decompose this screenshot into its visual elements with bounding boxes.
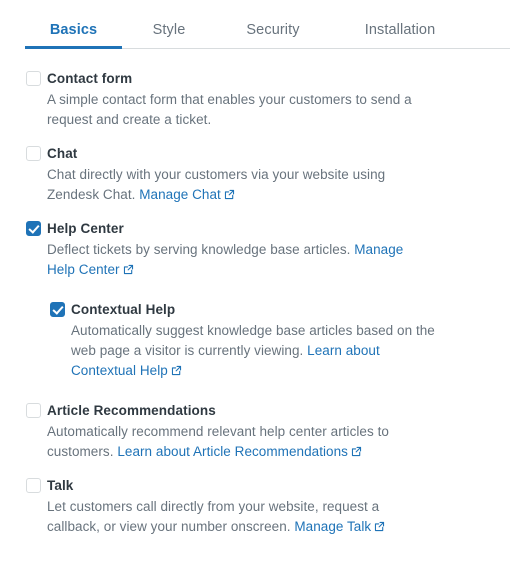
feature-title: Contextual Help bbox=[71, 302, 176, 317]
feature-title: Help Center bbox=[47, 221, 124, 236]
feature-title: Article Recommendations bbox=[47, 403, 216, 418]
feature-description-text: Deflect tickets by serving knowledge bas… bbox=[47, 242, 355, 257]
feature-description-text: A simple contact form that enables your … bbox=[47, 92, 412, 127]
feature-link[interactable]: Manage Talk bbox=[294, 519, 385, 534]
feature-option: Article Recommendations Automatically rec… bbox=[0, 401, 513, 462]
feature-description: Automatically recommend relevant help ce… bbox=[47, 422, 427, 462]
checkbox-help-center[interactable] bbox=[26, 221, 41, 236]
feature-option: Contact form A simple contact form that e… bbox=[0, 69, 513, 130]
feature-link-label: Manage Talk bbox=[294, 519, 372, 534]
feature-option: Help Center Deflect tickets by serving kn… bbox=[0, 219, 513, 280]
widget-features-list: Contact form A simple contact form that e… bbox=[0, 49, 513, 537]
checkbox-chat[interactable] bbox=[26, 146, 41, 161]
feature-link-label: Manage Chat bbox=[139, 187, 221, 202]
feature-option: Chat Chat directly with your customers vi… bbox=[0, 144, 513, 205]
external-link-icon bbox=[351, 446, 362, 457]
feature-description: Let customers call directly from your we… bbox=[47, 497, 427, 537]
feature-title: Chat bbox=[47, 146, 78, 161]
feature-link-label: Learn about Article Recommendations bbox=[117, 444, 348, 459]
feature-link[interactable]: Manage Chat bbox=[139, 187, 235, 202]
external-link-icon bbox=[224, 189, 235, 200]
feature-title: Talk bbox=[47, 478, 74, 493]
checkbox-contact-form[interactable] bbox=[26, 71, 41, 86]
tab-security[interactable]: Security bbox=[216, 22, 330, 50]
feature-title: Contact form bbox=[47, 71, 133, 86]
external-link-icon bbox=[374, 521, 385, 532]
feature-description-text: Automatically suggest knowledge base art… bbox=[71, 323, 435, 358]
feature-description: Deflect tickets by serving knowledge bas… bbox=[47, 240, 427, 280]
external-link-icon bbox=[123, 264, 134, 275]
checkbox-talk[interactable] bbox=[26, 478, 41, 493]
feature-option: Talk Let customers call directly from you… bbox=[0, 476, 513, 537]
feature-link[interactable]: Learn about Article Recommendations bbox=[117, 444, 362, 459]
settings-tab-bar: Basics Style Security Installation bbox=[25, 0, 510, 49]
checkbox-contextual-help[interactable] bbox=[50, 302, 65, 317]
feature-description: A simple contact form that enables your … bbox=[47, 90, 427, 130]
checkbox-article-recommendations[interactable] bbox=[26, 403, 41, 418]
feature-description: Chat directly with your customers via yo… bbox=[47, 165, 427, 205]
external-link-icon bbox=[171, 365, 182, 376]
tab-style[interactable]: Style bbox=[122, 22, 216, 50]
feature-option: Contextual Help Automatically suggest kno… bbox=[0, 300, 513, 381]
tab-installation[interactable]: Installation bbox=[330, 22, 470, 50]
feature-description: Automatically suggest knowledge base art… bbox=[71, 321, 439, 381]
tab-basics[interactable]: Basics bbox=[25, 22, 122, 50]
